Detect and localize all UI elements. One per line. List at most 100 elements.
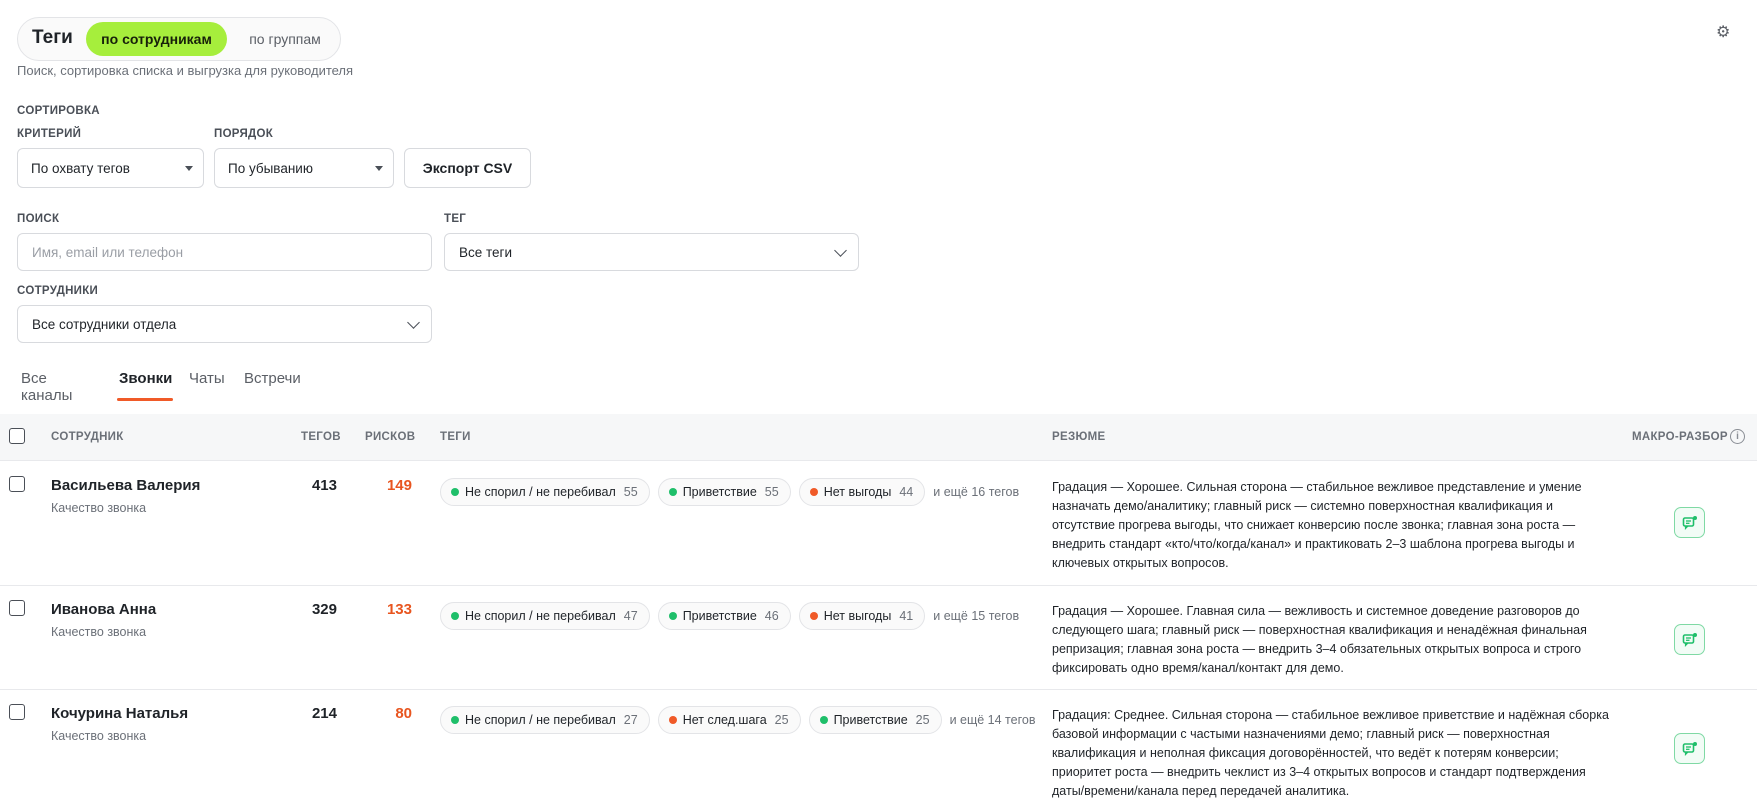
risks-count: 149 <box>386 477 412 494</box>
status-dot <box>668 488 677 496</box>
macro-review-button[interactable] <box>1674 624 1705 655</box>
employee-subtitle: Качество звонка <box>51 625 147 639</box>
tag-chip-label: Приветствие <box>682 485 757 499</box>
status-dot <box>668 612 677 620</box>
chat-icon <box>1682 515 1697 530</box>
tab-calls[interactable]: Звонки <box>119 370 172 387</box>
tag-chip-label: Приветствие <box>833 713 908 727</box>
employee-name[interactable]: Кочурина Наталья <box>51 705 188 722</box>
column-summary: РЕЗЮМЕ <box>1052 431 1106 443</box>
tag-chip-count: 25 <box>915 713 930 727</box>
page-title: Теги <box>32 27 73 48</box>
column-tags-count[interactable]: ТЕГОВ <box>301 431 341 443</box>
tag-chip-label: Не спорил / не перебивал <box>465 713 616 727</box>
employee-subtitle: Качество звонка <box>51 501 147 515</box>
caret-down-icon <box>375 166 383 171</box>
tab-all-channels[interactable]: Все каналы <box>21 370 72 404</box>
tag-chip[interactable]: Нет выгоды 41 <box>798 602 926 630</box>
chevron-down-icon <box>834 244 847 257</box>
tag-chip[interactable]: Приветствие 46 <box>657 602 791 630</box>
employee-subtitle: Качество звонка <box>51 729 147 743</box>
tag-chip-count: 44 <box>899 485 914 499</box>
employee-name[interactable]: Васильева Валерия <box>51 477 200 494</box>
tag-chip[interactable]: Приветствие 25 <box>808 706 942 734</box>
tags-count: 214 <box>311 705 337 722</box>
row-checkbox[interactable] <box>9 704 25 720</box>
column-tags: ТЕГИ <box>440 431 471 443</box>
tag-chip-count: 25 <box>774 713 789 727</box>
tag-chip-label: Нет выгоды <box>823 485 892 499</box>
tag-chip-count: 41 <box>899 609 914 623</box>
status-dot <box>451 488 459 496</box>
select-all-checkbox[interactable] <box>9 428 25 444</box>
tag-chip-count: 55 <box>764 485 779 499</box>
table-row: Васильева Валерия Качество звонка 413 14… <box>0 462 1757 586</box>
chat-icon <box>1682 632 1697 647</box>
tag-chip[interactable]: Не спорил / не перебивал 27 <box>440 706 650 734</box>
more-tags-link[interactable]: и ещё 15 тегов <box>933 609 1019 623</box>
tag-chip-count: 55 <box>623 485 638 499</box>
tag-filter-label: ТЕГ <box>444 213 467 225</box>
more-tags-link[interactable]: и ещё 16 тегов <box>933 485 1019 499</box>
column-employee[interactable]: СОТРУДНИК <box>51 431 124 443</box>
chat-icon <box>1682 741 1697 756</box>
sorting-section-label: СОРТИРОВКА <box>17 105 100 117</box>
status-dot <box>451 612 459 620</box>
column-macro: МАКРО-РАЗБОР <box>1632 431 1728 443</box>
tag-chip[interactable]: Нет след.шага 25 <box>657 706 801 734</box>
macro-review-button[interactable] <box>1674 507 1705 538</box>
macro-review-button[interactable] <box>1674 733 1705 764</box>
order-label: ПОРЯДОК <box>214 128 274 140</box>
row-checkbox[interactable] <box>9 600 25 616</box>
employees-label: СОТРУДНИКИ <box>17 285 99 297</box>
tag-chip-label: Не спорил / не перебивал <box>465 485 616 499</box>
status-dot <box>809 612 818 620</box>
segment-by-groups[interactable]: по группам <box>239 22 331 56</box>
tag-chip-label: Не спорил / не перебивал <box>465 609 616 623</box>
row-checkbox[interactable] <box>9 476 25 492</box>
view-switcher: Теги по сотрудникам по группам <box>17 17 341 61</box>
gear-icon[interactable]: ⚙ <box>1716 22 1730 42</box>
tab-meetings[interactable]: Встречи <box>244 370 301 387</box>
more-tags-link[interactable]: и ещё 14 тегов <box>950 713 1036 727</box>
tag-chip-count: 27 <box>623 713 638 727</box>
info-icon[interactable]: i <box>1730 429 1745 444</box>
export-csv-button[interactable]: Экспорт CSV <box>404 148 531 188</box>
tags-count: 413 <box>311 477 337 494</box>
tag-chip-count: 47 <box>623 609 638 623</box>
tag-chip[interactable]: Приветствие 55 <box>657 478 791 506</box>
tag-chip[interactable]: Не спорил / не перебивал 47 <box>440 602 650 630</box>
tag-chips: Не спорил / не перебивал 55 Приветствие 55… <box>440 478 1019 506</box>
summary-text: Градация — Хорошее. Сильная сторона — ст… <box>1052 480 1582 570</box>
segment-by-employees[interactable]: по сотрудникам <box>86 22 227 56</box>
table-row: Иванова Анна Качество звонка 329 133 Не … <box>0 586 1757 690</box>
page-subtitle: Поиск, сортировка списка и выгрузка для … <box>17 63 354 78</box>
order-select-value: По убыванию <box>228 160 313 176</box>
criterion-label: КРИТЕРИЙ <box>17 128 82 140</box>
criterion-select[interactable]: По охвату тегов <box>17 148 204 188</box>
tag-chip-label: Нет выгоды <box>823 609 892 623</box>
tag-filter-select[interactable]: Все теги <box>444 233 859 271</box>
risks-count: 133 <box>386 601 412 618</box>
status-dot <box>819 716 828 724</box>
tag-chip-label: Приветствие <box>682 609 757 623</box>
summary-text: Градация: Среднее. Сильная сторона — ста… <box>1052 708 1609 798</box>
employee-name[interactable]: Иванова Анна <box>51 601 156 618</box>
tab-chats[interactable]: Чаты <box>189 370 225 387</box>
caret-down-icon <box>185 166 193 171</box>
status-dot <box>451 716 459 724</box>
search-input[interactable]: Имя, email или телефон <box>17 233 432 271</box>
tag-chip[interactable]: Не спорил / не перебивал 55 <box>440 478 650 506</box>
table-row: Кочурина Наталья Качество звонка 214 80 … <box>0 690 1757 809</box>
column-risks[interactable]: РИСКОВ <box>365 431 415 443</box>
chevron-down-icon <box>407 316 420 329</box>
risks-count: 80 <box>395 705 412 722</box>
order-select[interactable]: По убыванию <box>214 148 394 188</box>
employees-select[interactable]: Все сотрудники отдела <box>17 305 432 343</box>
summary-text: Градация — Хорошее. Главная сила — вежли… <box>1052 604 1587 675</box>
tag-chips: Не спорил / не перебивал 47 Приветствие 46… <box>440 602 1019 630</box>
tag-chip[interactable]: Нет выгоды 44 <box>798 478 926 506</box>
tags-count: 329 <box>311 601 337 618</box>
criterion-select-value: По охвату тегов <box>31 160 130 176</box>
active-tab-indicator <box>117 398 173 401</box>
